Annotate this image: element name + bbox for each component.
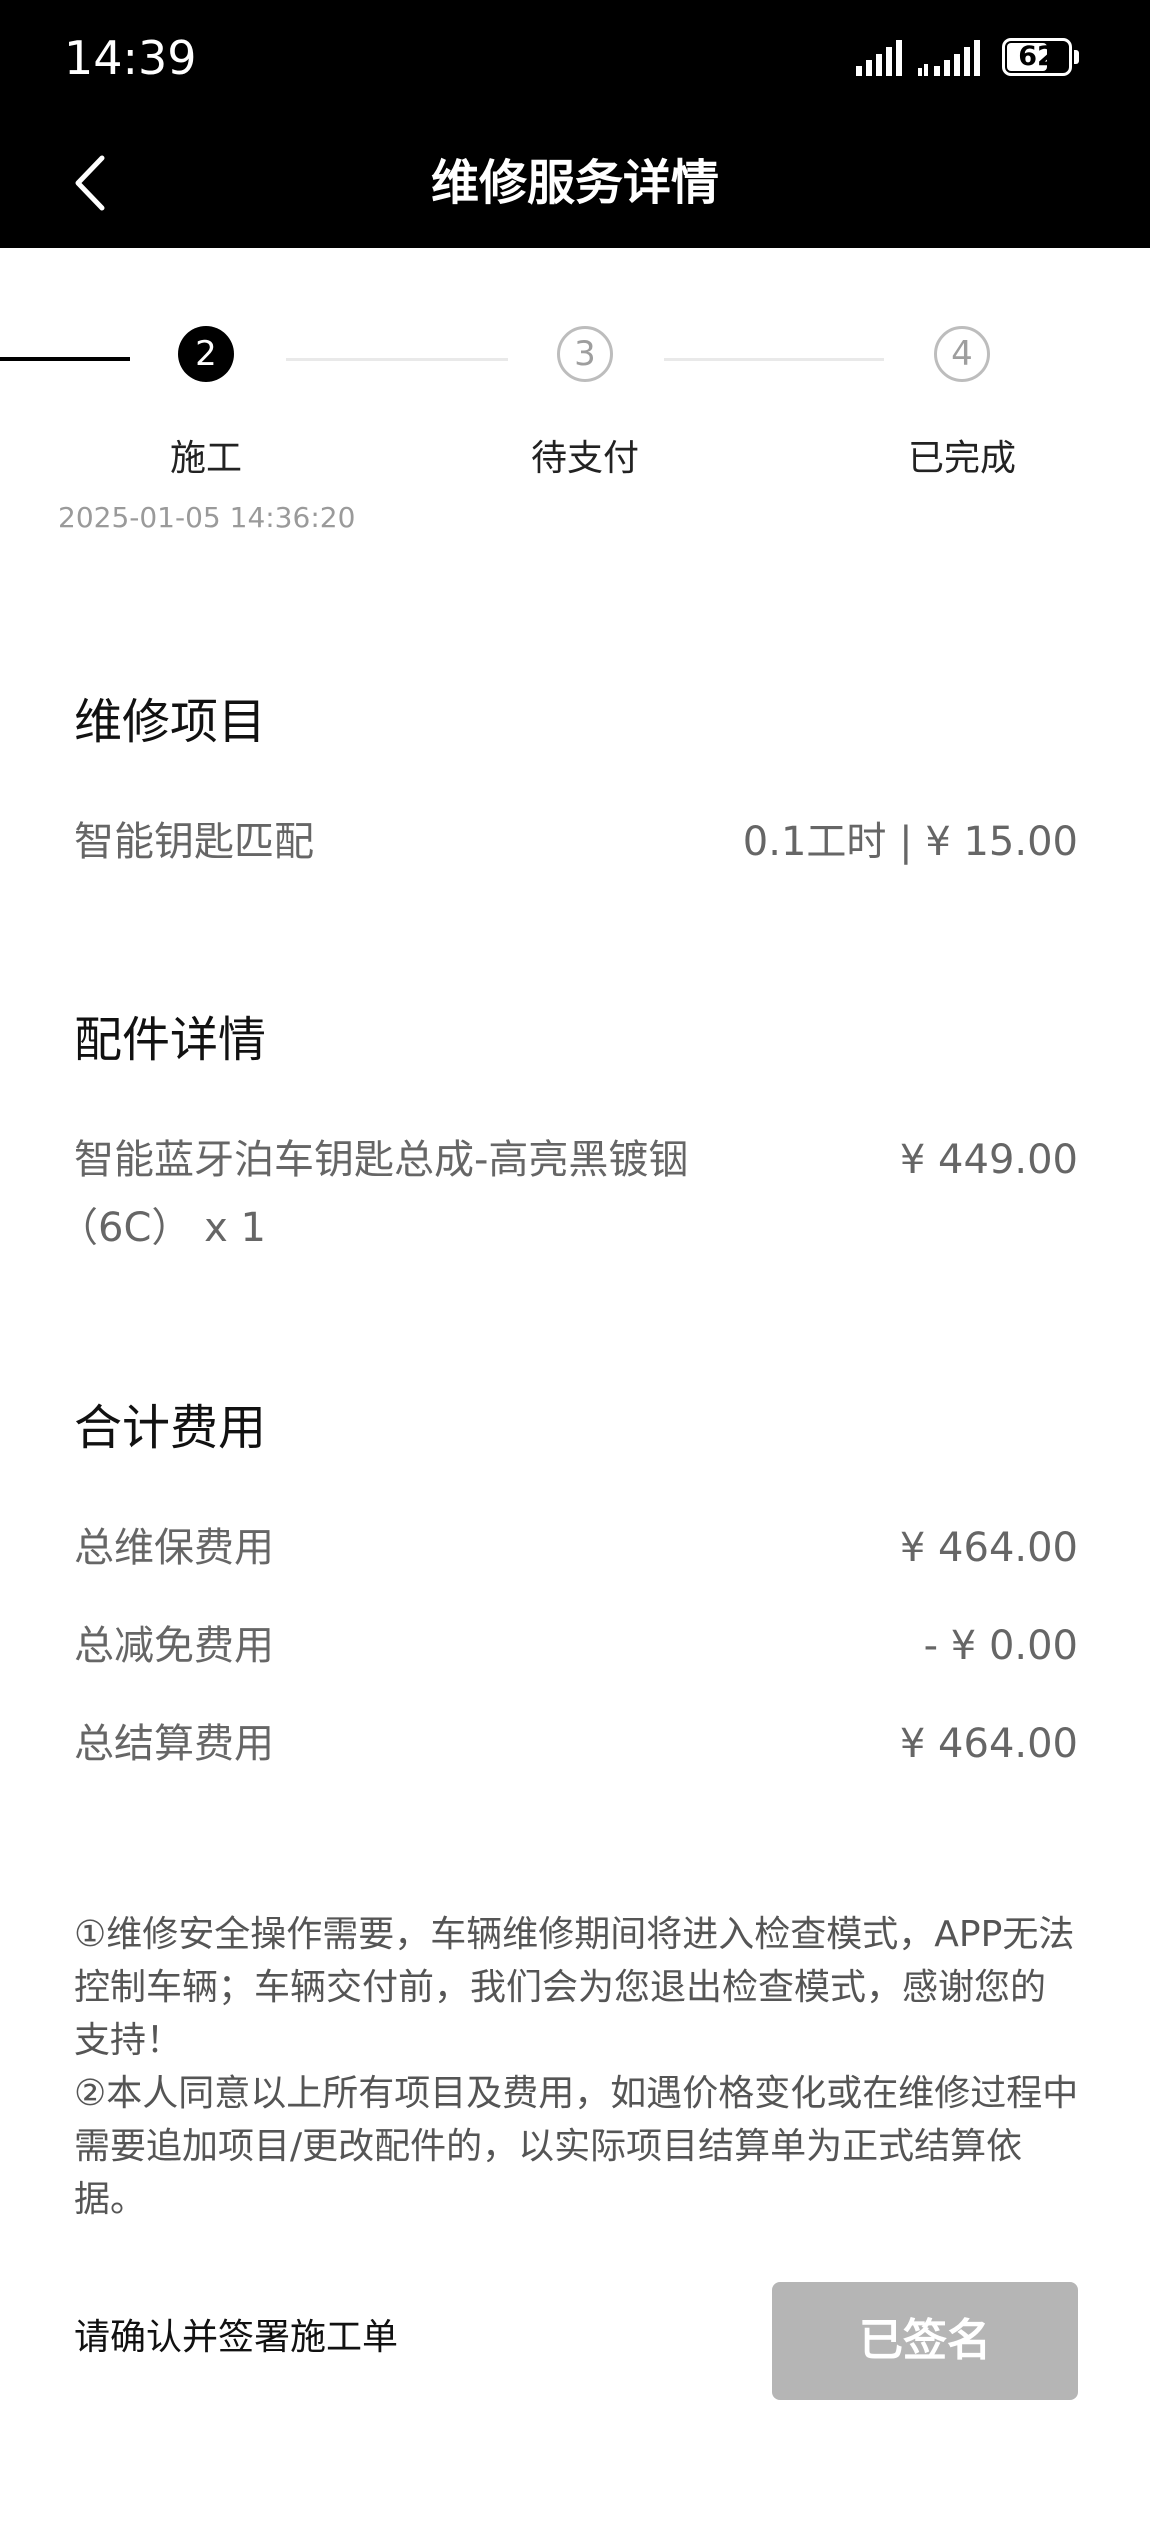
total-discount-label: 总减免费用 [74,1623,274,1669]
section-title-repair-items: 维修项目 [74,694,267,750]
confirm-sign-text: 请确认并签署施工单 [74,2317,399,2358]
step-connector [664,358,884,361]
step-connector [286,358,508,361]
battery-tip [1074,50,1079,64]
step-2-label: 施工 [169,438,242,479]
repair-item-name: 智能钥匙匹配 [74,819,314,865]
notes-block: ①维修安全操作需要，车辆维修期间将进入检查模式，APP无法控制车辆；车辆交付前，… [74,1908,1079,2226]
page-title: 维修服务详情 [430,155,719,211]
part-name-line1: 智能蓝牙泊车钥匙总成-高亮黑镀铟 [74,1137,689,1183]
total-discount-value: - ¥ 0.00 [923,1623,1078,1669]
status-time: 14:39 [64,31,197,85]
signal-icon [856,40,902,76]
step-4-indicator: 4 [934,326,990,382]
total-settlement-value: ¥ 464.00 [899,1721,1078,1767]
step-2-indicator: 2 [178,326,234,382]
repair-item-value: 0.1工时 | ¥ 15.00 [742,819,1078,865]
section-title-parts: 配件详情 [74,1012,267,1068]
part-value: ¥ 449.00 [899,1137,1078,1183]
section-title-totals: 合计费用 [74,1400,267,1456]
note-item: ①维修安全操作需要，车辆维修期间将进入检查模式，APP无法控制车辆；车辆交付前，… [74,1914,1075,2061]
total-maintenance-value: ¥ 464.00 [899,1525,1078,1571]
total-settlement-label: 总结算费用 [74,1721,274,1767]
step-connector-completed [0,357,130,361]
signal-icon-secondary [918,40,980,76]
note-item: ②本人同意以上所有项目及费用，如遇价格变化或在维修过程中需要追加项目/更改配件的… [74,2073,1079,2220]
battery-level: 62 [1018,41,1056,72]
total-maintenance-label: 总维保费用 [74,1525,274,1571]
step-4-label: 已完成 [907,438,1016,479]
battery-icon: 62 [1002,38,1072,76]
step-3-indicator: 3 [557,326,613,382]
step-2-date: 2025-01-05 14:36:20 [58,501,356,534]
signed-button[interactable]: 已签名 [772,2282,1078,2400]
part-name-line2: （6C） x 1 [58,1205,266,1251]
step-3-label: 待支付 [530,438,639,479]
